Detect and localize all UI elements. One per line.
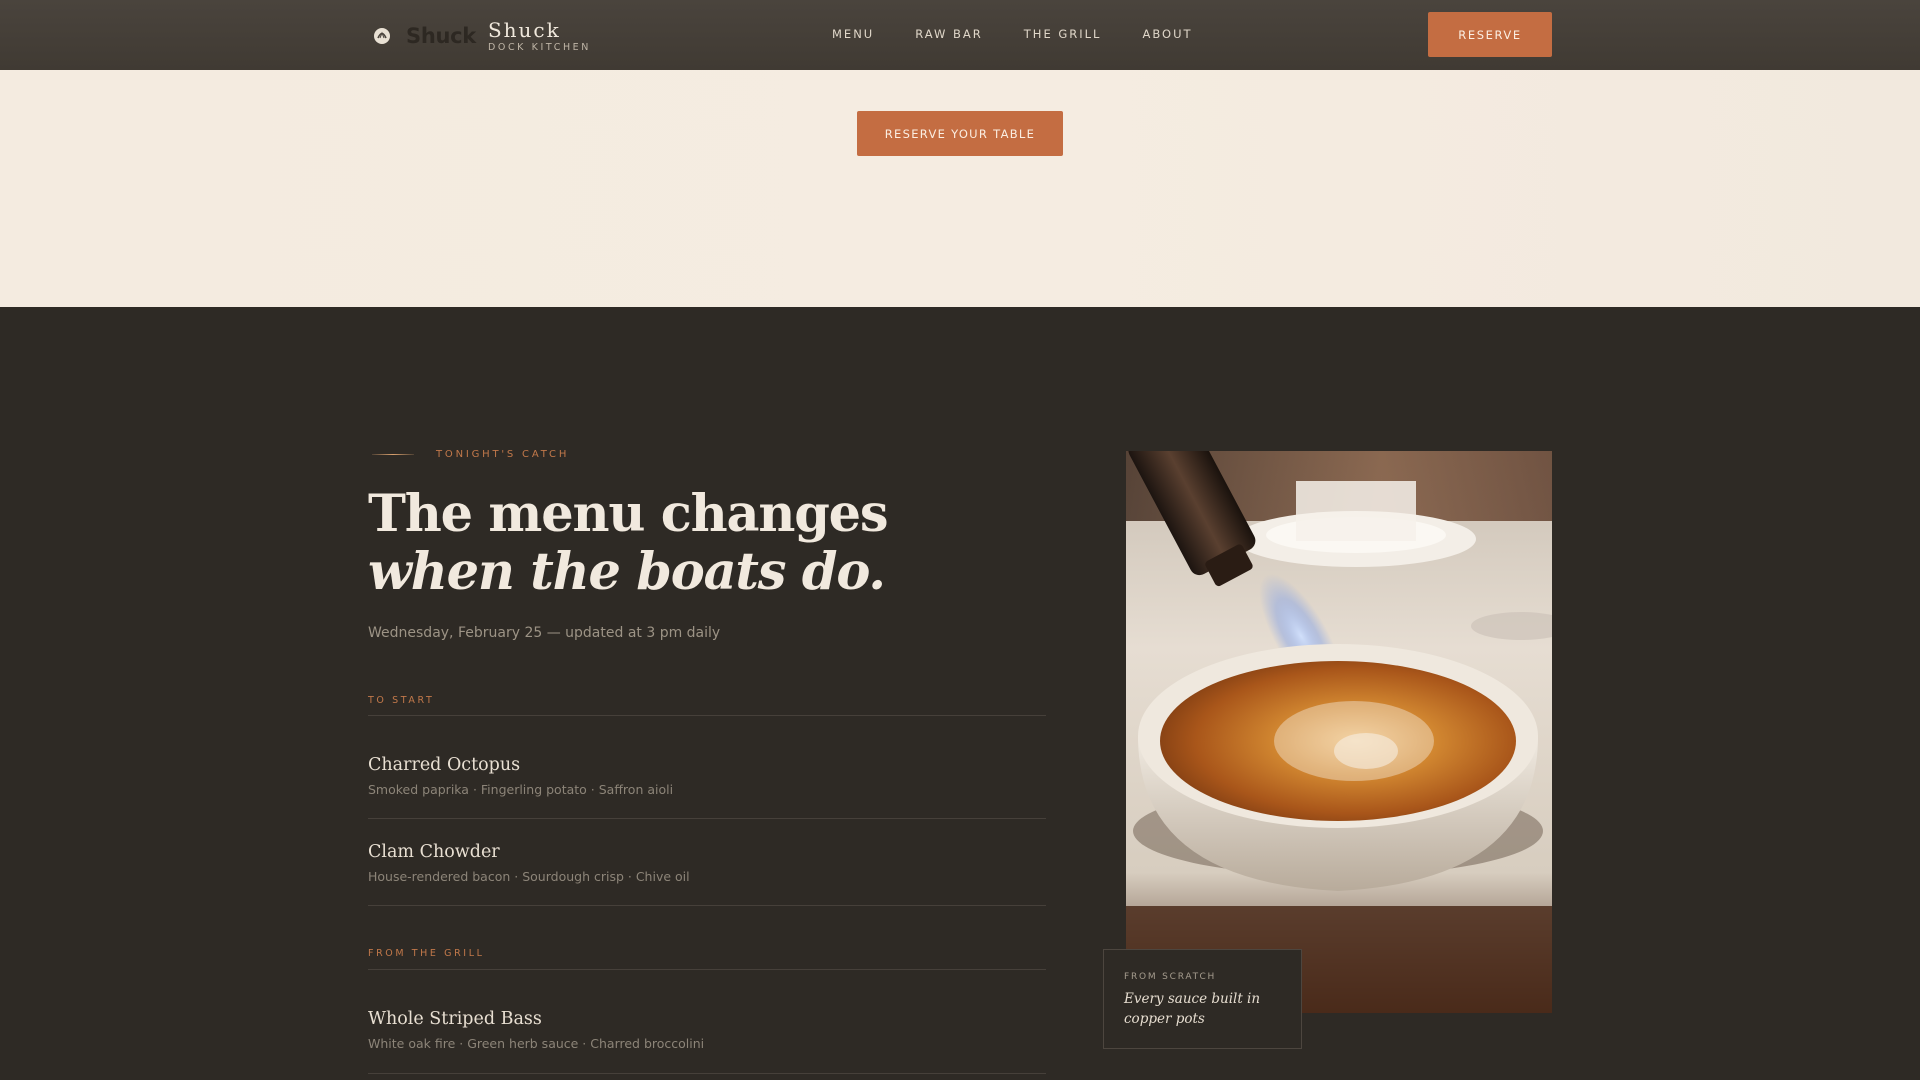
brand[interactable]: Shuck Shuck DOCK KITCHEN xyxy=(372,16,591,56)
site-header: Shuck Shuck DOCK KITCHEN MENU RAW BAR TH… xyxy=(0,0,1920,70)
nav-link-about[interactable]: ABOUT xyxy=(1142,27,1192,41)
nav-link-raw-bar[interactable]: RAW BAR xyxy=(915,27,983,41)
brand-name: Shuck xyxy=(487,18,561,42)
caption-eyebrow: FROM SCRATCH xyxy=(1124,972,1217,982)
dish-description: White oak fire · Green herb sauce · Char… xyxy=(368,1036,705,1051)
category-divider xyxy=(368,969,1046,970)
category-label-from-the-grill: FROM THE GRILL xyxy=(368,948,485,959)
hero-section: RESERVE YOUR TABLE xyxy=(0,70,1920,307)
dish-name: Charred Octopus xyxy=(368,755,521,775)
eyebrow-divider xyxy=(372,454,414,455)
brand-names: Shuck DOCK KITCHEN xyxy=(488,19,591,53)
item-divider xyxy=(368,818,1046,819)
creme-brulee-photo xyxy=(1126,451,1552,1013)
category-label-to-start: TO START xyxy=(368,695,435,706)
category-divider xyxy=(368,715,1046,716)
caption-text: Every sauce built in copper pots xyxy=(1124,991,1261,1027)
nav-link-the-grill[interactable]: THE GRILL xyxy=(1024,27,1102,41)
reserve-table-button[interactable]: RESERVE YOUR TABLE xyxy=(857,111,1063,156)
item-divider xyxy=(368,1073,1046,1074)
reserve-button[interactable]: RESERVE xyxy=(1428,12,1552,57)
feature-caption-card: FROM SCRATCH Every sauce built in copper… xyxy=(1103,949,1302,1049)
item-divider xyxy=(368,905,1046,906)
menu-section: TONIGHT'S CATCH The menu changes when th… xyxy=(0,307,1920,1080)
nav-link-menu[interactable]: MENU xyxy=(832,27,874,41)
menu-dateline: Wednesday, February 25 — updated at 3 pm… xyxy=(368,625,721,641)
headline-line-2: when the boats do. xyxy=(368,542,886,602)
section-eyebrow: TONIGHT'S CATCH xyxy=(372,449,569,460)
menu-headline: The menu changes when the boats do. xyxy=(368,484,889,602)
dish-name: Whole Striped Bass xyxy=(368,1009,542,1029)
brand-subtitle: DOCK KITCHEN xyxy=(487,42,591,53)
dish-description: Smoked paprika · Fingerling potato · Saf… xyxy=(368,782,674,797)
headline-line-1: The menu changes xyxy=(368,484,889,544)
logo-text: Shuck xyxy=(406,24,476,48)
dish-description: House-rendered bacon · Sourdough crisp ·… xyxy=(368,869,690,884)
eyebrow-label: TONIGHT'S CATCH xyxy=(436,449,570,460)
main-nav: MENU RAW BAR THE GRILL ABOUT xyxy=(832,27,1234,41)
dish-name: Clam Chowder xyxy=(368,842,500,862)
shell-logo-icon xyxy=(374,28,390,44)
